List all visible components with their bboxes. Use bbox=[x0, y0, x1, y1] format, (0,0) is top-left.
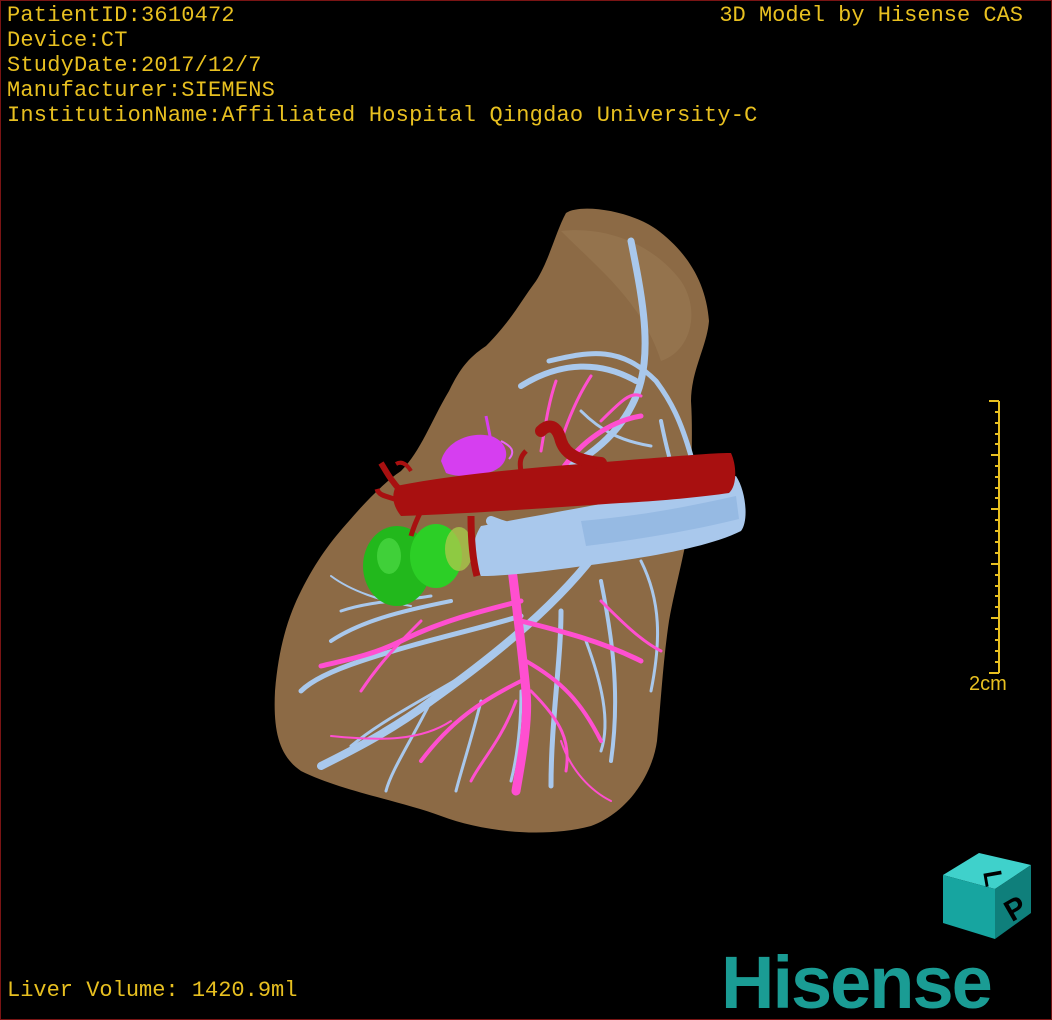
liver-3d-model[interactable] bbox=[1, 1, 1051, 1019]
hisense-logo: Hisense bbox=[721, 941, 993, 1020]
scale-bar bbox=[989, 400, 1000, 674]
orientation-cube[interactable]: L P bbox=[931, 847, 1041, 947]
model-credit: 3D Model by Hisense CAS bbox=[719, 3, 1023, 28]
liver-volume: Liver Volume: 1420.9ml bbox=[7, 978, 298, 1003]
3d-viewport[interactable]: PatientID:3610472 Device:CT StudyDate:20… bbox=[0, 0, 1052, 1020]
study-date: StudyDate:2017/12/7 bbox=[7, 53, 262, 78]
patient-id: PatientID:3610472 bbox=[7, 3, 235, 28]
device: Device:CT bbox=[7, 28, 128, 53]
scale-bar-label: 2cm bbox=[969, 673, 1007, 695]
patient-info-panel: PatientID:3610472 Device:CT StudyDate:20… bbox=[7, 3, 758, 128]
manufacturer: Manufacturer:SIEMENS bbox=[7, 78, 276, 103]
institution-name: InstitutionName:Affiliated Hospital Qing… bbox=[7, 103, 758, 128]
